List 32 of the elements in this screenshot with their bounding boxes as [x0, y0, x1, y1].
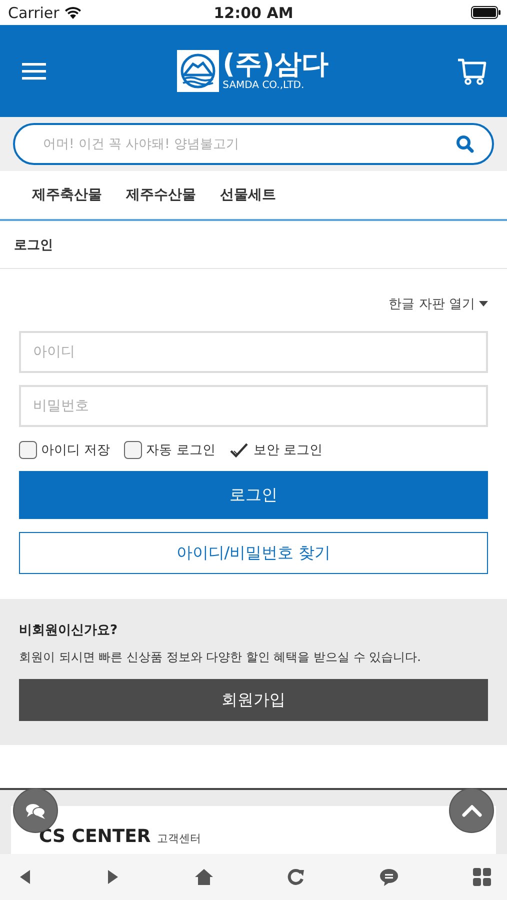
status-time: 12:00 AM: [214, 4, 294, 22]
password-field[interactable]: 비밀번호: [19, 385, 488, 427]
logo-subtitle: SAMDA CO.,LTD.: [222, 81, 306, 91]
carrier-label: Carrier: [8, 4, 60, 22]
cs-center-subtitle: 고객센터: [156, 831, 201, 846]
page-title: 로그인: [14, 236, 53, 254]
logo-title: (주)삼다: [222, 51, 328, 78]
login-button[interactable]: 로그인: [19, 471, 488, 519]
signup-button[interactable]: 회원가입: [19, 679, 488, 721]
category-link[interactable]: 제주축산물: [32, 186, 102, 204]
category-link[interactable]: 제주수산물: [126, 186, 196, 204]
checkbox[interactable]: [124, 441, 142, 459]
chat-icon: [24, 802, 46, 820]
grid-button[interactable]: [470, 866, 493, 888]
find-account-button[interactable]: 아이디/비밀번호 찾기: [19, 532, 488, 574]
search-icon[interactable]: [456, 135, 474, 153]
option-label: 아이디 저장: [41, 442, 110, 459]
keyboard-link[interactable]: 한글 자판 열기: [388, 295, 488, 313]
wifi-icon: [65, 6, 82, 18]
guest-title: 비회원이신가요?: [19, 622, 119, 639]
checkbox[interactable]: [19, 441, 37, 459]
id-field[interactable]: 아이디: [19, 331, 488, 373]
option-label: 자동 로그인: [146, 442, 216, 459]
logo-icon: [176, 50, 219, 92]
option-label: 보안 로그인: [253, 442, 322, 459]
battery-icon: [471, 6, 501, 19]
caret-icon: [479, 301, 488, 307]
chevron-up-icon: [462, 804, 482, 816]
checkmark-icon[interactable]: [229, 442, 250, 458]
category-link[interactable]: 선물세트: [220, 186, 276, 204]
search-field[interactable]: 어머! 이건 꼭 사야돼! 양념불고기: [13, 123, 494, 165]
guest-description: 회원이 되시면 빠른 신상품 정보와 다양한 할인 혜택을 받으실 수 있습니다.: [19, 649, 422, 666]
